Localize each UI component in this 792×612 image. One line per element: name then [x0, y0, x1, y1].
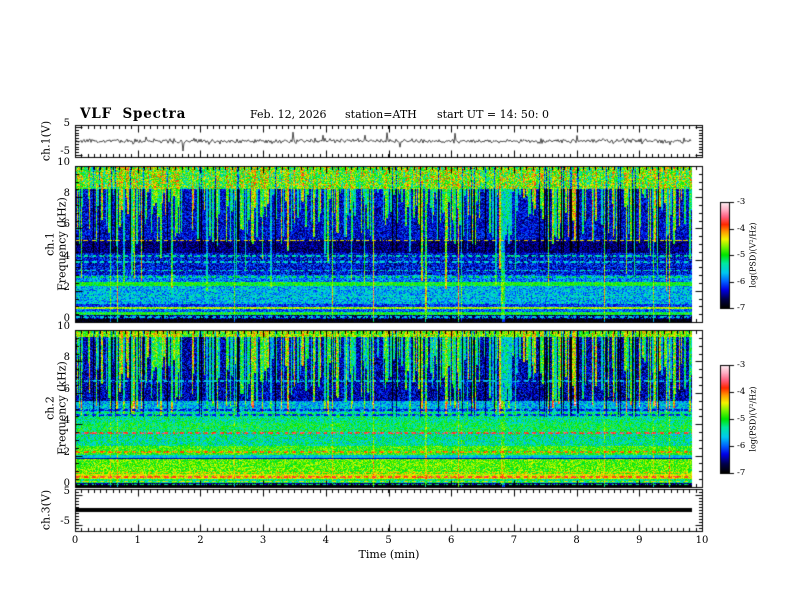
colorbar-tick-label: -4 — [737, 387, 746, 397]
ch2-spectrogram-panel — [75, 330, 702, 487]
y-tick-label: -5 — [60, 145, 70, 157]
y-tick-label: 4 — [63, 415, 70, 427]
y-tick-label: 8 — [63, 188, 70, 200]
x-tick-label: 8 — [573, 535, 580, 546]
colorbar-tick-label: -5 — [737, 414, 746, 424]
colorbar-tick-label: -4 — [737, 223, 746, 234]
x-tick-label: 4 — [322, 535, 329, 546]
ch1-waveform-panel — [75, 125, 702, 157]
y-tick-label: 8 — [63, 352, 70, 364]
y-tick-label: 5 — [63, 118, 70, 130]
y-tick-label: 4 — [63, 250, 70, 262]
x-tick-label: 5 — [385, 535, 392, 546]
colorbar-tick-label: -3 — [737, 197, 746, 207]
x-tick-label: 7 — [510, 535, 518, 546]
y-tick-label: 2 — [63, 446, 70, 458]
frequency-units-label: Frequency (kHz) — [55, 361, 68, 455]
time-axis-label: Time (min) — [358, 548, 420, 561]
ch2-label-line: ch.2 — [43, 396, 57, 420]
ch1-frequency-axis-label: ch.1 Frequency (kHz) — [43, 197, 69, 291]
y-tick-label: 2 — [63, 281, 70, 293]
ch1-spectrogram-panel — [75, 166, 702, 322]
x-tick-label: 10 — [695, 535, 709, 546]
y-tick-label: 5 — [63, 486, 70, 497]
plot-title: VLF Spectra — [80, 106, 187, 122]
x-tick-label: 9 — [636, 535, 643, 546]
colorbar-tick-label: -3 — [737, 360, 746, 370]
colorbar1-units-label: log(PSD)(V²/Hz) — [748, 222, 758, 288]
colorbar-1 — [720, 202, 729, 308]
colorbar-2 — [720, 365, 729, 473]
ch3-waveform-panel — [75, 489, 702, 531]
colorbar2-units-label: log(PSD)(V²/Hz) — [748, 386, 758, 452]
y-tick-label: -5 — [60, 516, 70, 527]
x-tick-label: 2 — [197, 535, 204, 546]
x-tick-label: 0 — [71, 535, 79, 546]
date-annotation: Feb. 12, 2026 — [250, 108, 327, 121]
y-tick-label: 6 — [63, 219, 70, 231]
y-tick-label: 10 — [57, 157, 70, 168]
station-annotation: station=ATH — [345, 108, 417, 121]
colorbar-tick-label: -6 — [737, 441, 746, 451]
vlf-spectra-plot: VLF Spectra Feb. 12, 2026 station=ATH st… — [0, 0, 792, 612]
frequency-units-label: Frequency (kHz) — [55, 197, 68, 291]
colorbar-tick-label: -5 — [737, 250, 746, 260]
y-tick-label: 6 — [63, 383, 70, 395]
colorbar-tick-label: -6 — [737, 276, 746, 287]
ch1-label-line: ch.1 — [43, 232, 57, 256]
colorbar-tick-label: -7 — [737, 303, 746, 313]
x-tick-label: 6 — [448, 535, 455, 546]
start-ut-annotation: start UT = 14: 50: 0 — [437, 108, 550, 121]
colorbar-tick-label: -7 — [737, 468, 746, 478]
ch2-frequency-axis-label: ch.2 Frequency (kHz) — [43, 361, 69, 455]
x-tick-label: 1 — [134, 535, 141, 546]
x-tick-label: 3 — [259, 535, 267, 546]
y-tick-label: 10 — [57, 321, 70, 332]
